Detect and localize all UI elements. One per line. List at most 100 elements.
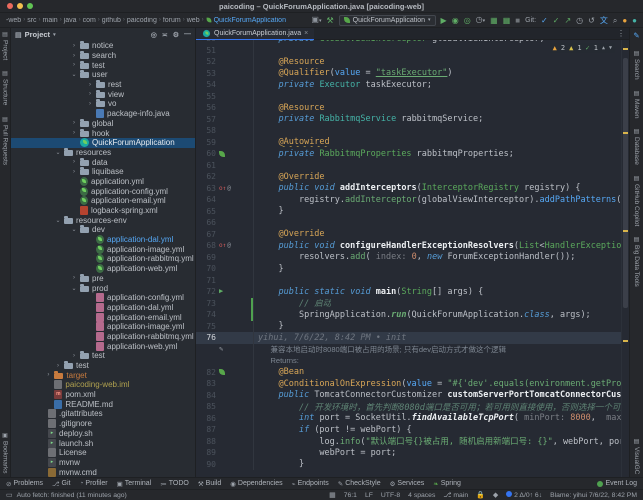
editor-gutter[interactable]: 59 [196,137,254,149]
code-line[interactable]: 85 // 开发环境时，首先判断8080d端口是否可用；若可用则直接使用，否则选… [196,401,621,413]
breadcrumb-item[interactable]: java [64,17,77,24]
tree-item-logback-spring-xml[interactable]: logback-spring.xml [11,206,195,216]
chevron-right-icon[interactable]: › [87,101,93,107]
memory-indicator-icon[interactable]: ▦ [329,491,336,499]
code-line[interactable]: 65 } [196,206,621,218]
code-line[interactable]: 62 @Override [196,171,621,183]
tree-item-application-dal-yml[interactable]: application-dal.yml [11,235,195,245]
sidebar-item-structure[interactable]: ▤Structure [2,70,9,105]
editor-gutter[interactable] [196,355,254,367]
close-tab-icon[interactable]: × [304,30,308,37]
sidebar-item-github-copilot[interactable]: ▤GitHub Copilot [633,175,640,226]
tree-item-application-rabbitmq-yml[interactable]: application-rabbitmq.yml [11,254,195,264]
editor-gutter[interactable]: 66 [196,217,254,229]
hide-panel-icon[interactable]: — [184,31,191,39]
code-line[interactable]: 63o↑@ public void addInterceptors(Interc… [196,183,621,195]
code-line[interactable]: 76yihui, 7/6/22, 8:42 PM • init [196,332,621,344]
code-line[interactable]: 83 @ConditionalOnExpression(value = "#{'… [196,378,621,390]
editor-gutter[interactable]: 69 [196,252,254,264]
editor-gutter[interactable]: 87 [196,424,254,436]
breadcrumb-item[interactable]: web [187,17,200,24]
tree-item-quickforumapplication[interactable]: QuickForumApplication [11,138,195,148]
code-line[interactable]: ✎ 兼容本地启动时8080端口被占用的场景; 只有dev启动方式才做这个逻辑 [196,344,621,356]
commit-icon[interactable]: ✓ [553,16,560,25]
build-project-button[interactable]: ▦ [490,16,498,25]
breadcrumb-item[interactable]: src [27,17,36,24]
editor-gutter[interactable]: 51 [196,45,254,57]
tree-item-application-config-yml[interactable]: application-config.yml [11,293,195,303]
code-line[interactable]: Returns: [196,355,621,367]
editor-gutter[interactable]: 63o↑@ [196,183,254,195]
code-line[interactable]: 55 [196,91,621,103]
notifications-bell-icon[interactable]: ◆ [493,491,498,499]
chevron-right-icon[interactable]: › [45,372,51,378]
settings-gear-icon[interactable]: ⚙ [173,31,179,39]
tree-item-readme-md[interactable]: README.md [11,399,195,409]
toolwindow-button-todo[interactable]: ≔TODO [160,480,189,488]
tree-item-resources-env[interactable]: ⌄resources-env [11,215,195,225]
event-log-button[interactable]: Event Log [597,480,637,487]
editor-gutter[interactable]: 67 [196,229,254,241]
code-line[interactable]: 58 [196,125,621,137]
tree-item-application-image-yml[interactable]: application-image.yml [11,322,195,332]
editor-gutter[interactable]: 70 [196,263,254,275]
update-project-icon[interactable]: ✓ [541,16,548,25]
breadcrumb-item[interactable]: QuickForumApplication [214,17,286,24]
error-stripe[interactable] [621,40,629,477]
chevron-right-icon[interactable]: › [71,43,77,49]
caret-position[interactable]: 76:1 [344,492,357,499]
code-line[interactable]: 69 resolvers.add( index: 0, new ForumExc… [196,252,621,264]
push-icon[interactable]: ↗ [564,16,571,25]
editor-gutter[interactable]: 88 [196,436,254,448]
editor-gutter[interactable]: 61 [196,160,254,172]
sidebar-item-maven[interactable]: ▤Maven [633,90,640,119]
code-line[interactable]: 84 public TomcatConnectorCustomizer cust… [196,390,621,402]
tree-item-view[interactable]: ›view [11,89,195,99]
code-line[interactable]: 59 @Autowired [196,137,621,149]
editor-gutter[interactable]: 62 [196,171,254,183]
chevron-right-icon[interactable]: › [71,275,77,281]
tree-item-application-web-yml[interactable]: application-web.yml [11,341,195,351]
tab-quickforumapplication[interactable]: QuickForumApplication.java × [196,28,314,40]
scrollbar-thumb[interactable] [623,58,628,308]
toolwindow-button-git[interactable]: ⎇Git [52,480,70,488]
editor-gutter[interactable]: 71 [196,275,254,287]
tree-item-launch-sh[interactable]: ▸launch.sh [11,438,195,448]
chevron-right-icon[interactable]: › [71,120,77,126]
tab-options-icon[interactable]: ⋮ [617,29,629,38]
chevron-down-icon[interactable]: ⌄ [71,285,77,292]
package-button[interactable]: ▦ [503,16,511,25]
editor-gutter[interactable]: 53 [196,68,254,80]
editor-gutter[interactable]: 73 [196,298,254,310]
sidebar-item-visualgc[interactable]: ▤VisualGC [633,438,640,474]
coverage-button[interactable]: ◎ [464,16,471,25]
editor-gutter[interactable]: 68o↑@ [196,240,254,252]
tree-item-license[interactable]: License [11,448,195,458]
tree-item--gitignore[interactable]: .gitignore [11,419,195,429]
chevron-down-icon[interactable]: ⌄ [71,226,77,233]
toolwindow-button-build[interactable]: ⚒Build [198,480,221,488]
chevron-right-icon[interactable]: › [87,91,93,97]
tree-item-rest[interactable]: ›rest [11,80,195,90]
toolwindow-button-dependencies[interactable]: ◉Dependencies [230,480,282,488]
code-line[interactable]: 57 private RabbitmqService rabbitmqServi… [196,114,621,126]
code-line[interactable]: 60 private RabbitmqProperties rabbitmqPr… [196,148,621,160]
tree-item-liquibase[interactable]: ›liquibase [11,167,195,177]
indent-setting[interactable]: 4 spaces [408,492,435,499]
sidebar-item-search[interactable]: ▤Search [633,50,640,80]
sidebar-item-database[interactable]: ▤Database [633,128,640,165]
editor-gutter[interactable]: 52 [196,56,254,68]
editor-gutter[interactable]: 75 [196,321,254,333]
run-configuration-select[interactable]: QuickForumApplication ▾ [339,15,436,26]
editor-gutter[interactable]: 89 [196,447,254,459]
editor-gutter[interactable]: 56 [196,102,254,114]
tree-item-application-rabbitmq-yml[interactable]: application-rabbitmq.yml [11,332,195,342]
run-line-icon[interactable]: ▶ [219,288,223,295]
prev-problem-icon[interactable]: ▲ [602,45,605,51]
tree-item-pre[interactable]: ›pre [11,274,195,284]
breadcrumb-item[interactable]: -web [6,17,21,24]
edit-doc-icon[interactable]: ✎ [219,346,223,353]
code-line[interactable]: 82 @Bean [196,367,621,379]
sidebar-item-big-data-tools[interactable]: ▤Big Data Tools [633,236,640,287]
tree-item-application-web-yml[interactable]: application-web.yml [11,264,195,274]
